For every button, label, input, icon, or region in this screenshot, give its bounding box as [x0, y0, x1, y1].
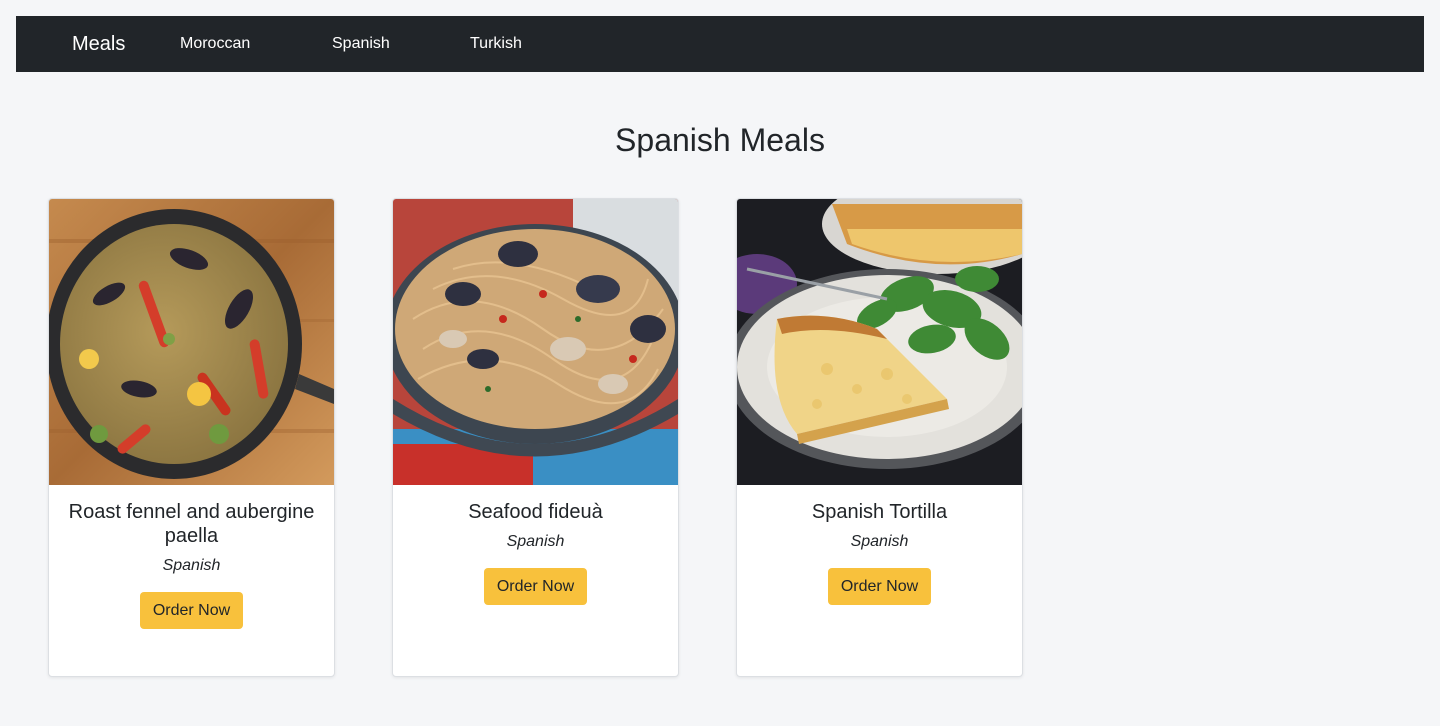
page-title: Spanish Meals [615, 122, 825, 158]
meal-card-body: Spanish Tortilla Spanish Order Now [737, 500, 1022, 605]
nav-link-turkish[interactable]: Turkish [470, 16, 522, 72]
meal-card-body: Seafood fideuà Spanish Order Now [393, 500, 678, 605]
meal-card: Roast fennel and aubergine paella Spanis… [48, 198, 335, 677]
meal-title: Roast fennel and aubergine paella [68, 501, 315, 547]
meal-cuisine: Spanish [850, 533, 909, 550]
brand-link[interactable]: Meals [72, 16, 125, 72]
meal-image-seafood [393, 199, 678, 485]
meal-image-paella [49, 199, 334, 485]
meal-card: Seafood fideuà Spanish Order Now [392, 198, 679, 677]
meal-card-body: Roast fennel and aubergine paella Spanis… [49, 500, 334, 629]
meal-cuisine: Spanish [506, 533, 565, 550]
top-navbar: Meals Moroccan Spanish Turkish [16, 16, 1424, 72]
meal-card: Spanish Tortilla Spanish Order Now [736, 198, 1023, 677]
meal-cuisine: Spanish [162, 557, 221, 574]
meal-title: Spanish Tortilla [811, 501, 948, 523]
order-now-button[interactable]: Order Now [483, 568, 588, 605]
meal-title: Seafood fideuà [468, 501, 603, 523]
order-now-button[interactable]: Order Now [827, 568, 932, 605]
nav-link-moroccan[interactable]: Moroccan [180, 16, 250, 72]
nav-link-spanish[interactable]: Spanish [332, 16, 390, 72]
meal-image-tortilla [737, 199, 1022, 485]
order-now-button[interactable]: Order Now [139, 592, 244, 629]
